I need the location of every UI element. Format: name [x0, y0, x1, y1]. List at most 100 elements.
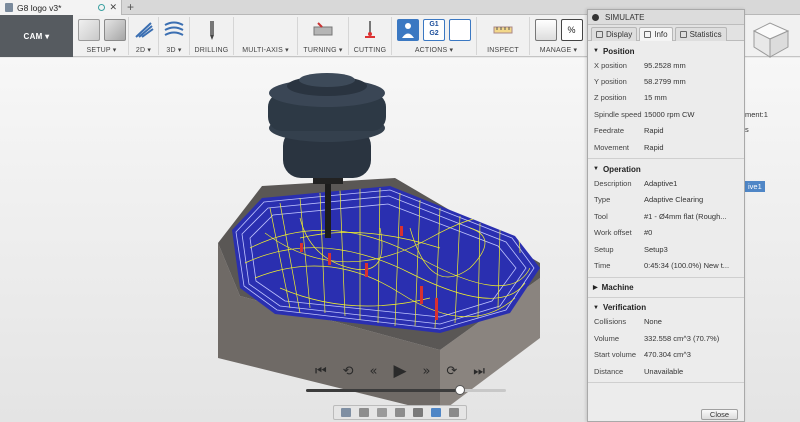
rewind-button[interactable]: «	[370, 365, 378, 378]
fast-forward-button[interactable]: »	[422, 365, 430, 378]
timeline-progress	[306, 389, 460, 392]
multi-axis-group[interactable]: MULTI-AXIS ▾	[234, 17, 298, 55]
collapse-icon[interactable]: ▼	[593, 305, 599, 311]
post-process-icon[interactable]: G1 G2	[423, 19, 445, 41]
2d-toolpath-icon[interactable]	[133, 19, 155, 41]
collapse-icon[interactable]: ▼	[593, 166, 599, 172]
workspace-switcher[interactable]: CAM ▾	[0, 15, 73, 57]
grid-icon[interactable]	[449, 408, 459, 417]
info-key: Work offset	[594, 228, 632, 238]
playback-controls: ⏮ ⟲ « ▶ » ⟳ ⏭	[315, 360, 485, 382]
tab-info-label: Info	[654, 30, 668, 39]
browser-fragments: ment:1 s ive1	[745, 65, 800, 422]
info-value: #1 - Ø4mm flat (Rough...	[644, 211, 727, 221]
panel-header[interactable]: SIMULATE	[588, 10, 744, 25]
info-row: Description Adaptive1	[588, 175, 744, 191]
info-key: X position	[594, 60, 627, 70]
info-row: Spindle speed 15000 rpm CW	[588, 106, 744, 122]
step-forward-button[interactable]: ⟳	[446, 365, 457, 378]
look-at-icon[interactable]	[359, 408, 369, 417]
play-button[interactable]: ▶	[393, 362, 406, 379]
orbit-icon[interactable]	[341, 408, 351, 417]
fit-icon[interactable]	[413, 408, 423, 417]
close-tab-icon[interactable]: ✕	[109, 2, 117, 13]
setup-sheet-icon[interactable]	[449, 19, 471, 41]
view-cube[interactable]	[748, 17, 792, 61]
info-sections: ▼ Position X position 95.2528 mm Y position 5…	[588, 41, 744, 384]
tab-statistics[interactable]: Statistics	[674, 27, 727, 41]
tab-statistics-label: Statistics	[689, 30, 722, 39]
actions-group[interactable]: G1 G2 ACTIONS ▾	[392, 17, 477, 55]
panel-title: SIMULATE	[605, 12, 645, 22]
setup-icon[interactable]	[77, 19, 100, 41]
info-key: Y position	[594, 77, 627, 87]
go-to-start-button[interactable]: ⏮	[315, 365, 327, 378]
tab-info[interactable]: Info	[639, 27, 673, 41]
info-value: 15 mm	[644, 93, 667, 103]
info-key: Collisions	[594, 317, 627, 327]
info-value: 332.558 cm^3 (70.7%)	[644, 333, 720, 343]
info-value: Adaptive1	[644, 179, 678, 189]
pan-icon[interactable]	[377, 408, 387, 417]
zoom-icon[interactable]	[395, 408, 405, 417]
info-key: Z position	[594, 93, 627, 103]
info-key: Type	[594, 195, 611, 205]
browser-item-1[interactable]: ment:1	[745, 109, 768, 120]
folder-icon[interactable]	[103, 19, 126, 41]
panel-tabs: Display Info Statistics	[588, 25, 744, 41]
g1-text: G1	[429, 21, 439, 28]
percent-icon[interactable]: %	[560, 19, 583, 41]
3d-label: 3D ▾	[166, 47, 182, 54]
close-button[interactable]: Close	[701, 409, 738, 420]
collapse-icon[interactable]: ▼	[593, 48, 599, 54]
go-to-end-button[interactable]: ⏭	[473, 365, 485, 378]
info-row: Volume 332.558 cm^3 (70.7%)	[588, 330, 744, 346]
measure-icon[interactable]	[492, 19, 514, 41]
section-title: Operation	[602, 164, 641, 174]
info-row: Distance Unavailable	[588, 363, 744, 379]
step-back-button[interactable]: ⟲	[343, 365, 354, 378]
turning-group[interactable]: TURNING ▾	[298, 17, 349, 55]
info-key: Feedrate	[594, 126, 625, 136]
info-value: 15000 rpm CW	[644, 109, 695, 119]
document-tab[interactable]: G8 logo v3* ✕	[0, 0, 122, 15]
turning-icon[interactable]	[312, 19, 334, 41]
browser-selected-item[interactable]: ive1	[745, 181, 765, 192]
3d-group[interactable]: 3D ▾	[159, 17, 190, 55]
cutting-icon[interactable]	[359, 19, 381, 41]
navigation-bar	[333, 405, 467, 420]
section-header[interactable]: ▶ Machine	[588, 282, 744, 294]
timeline-slider[interactable]	[306, 385, 506, 395]
2d-group[interactable]: 2D ▾	[129, 17, 159, 55]
actions-label: ACTIONS ▾	[414, 47, 454, 54]
tab-display[interactable]: Display	[591, 27, 638, 41]
section-header[interactable]: ▼ Position	[588, 45, 744, 57]
cutting-group[interactable]: CUTTING	[349, 17, 392, 55]
section-header[interactable]: ▼ Verification	[588, 302, 744, 314]
manage-group[interactable]: % MANAGE ▾	[530, 17, 587, 55]
info-key: Tool	[594, 211, 608, 221]
pocket-floor	[232, 186, 540, 333]
inspect-group[interactable]: INSPECT	[477, 17, 530, 55]
new-tab-button[interactable]: +	[127, 0, 134, 14]
timeline-handle[interactable]	[455, 385, 465, 395]
tool-library-icon[interactable]	[534, 19, 557, 41]
drill-icon[interactable]	[201, 19, 223, 41]
simulate-icon[interactable]	[397, 19, 419, 41]
panel-pin-icon[interactable]	[592, 13, 599, 21]
info-key: Volume	[594, 333, 620, 343]
info-row: Y position 58.2799 mm	[588, 73, 744, 89]
display-settings-icon[interactable]	[431, 408, 441, 417]
browser-item-2[interactable]: s	[745, 124, 749, 135]
section-header[interactable]: ▼ Operation	[588, 163, 744, 175]
manage-label: MANAGE ▾	[539, 47, 578, 54]
3d-toolpath-icon[interactable]	[163, 19, 185, 41]
info-key: Start volume	[594, 350, 637, 360]
multi-axis-label: MULTI-AXIS ▾	[242, 47, 289, 54]
info-key: Time	[594, 260, 611, 270]
setup-group[interactable]: SETUP ▾	[75, 17, 129, 55]
drilling-group[interactable]: DRILLING	[190, 17, 234, 55]
info-row: Movement Rapid	[588, 139, 744, 155]
info-value: Setup3	[644, 244, 668, 254]
expand-icon[interactable]: ▶	[593, 284, 598, 291]
